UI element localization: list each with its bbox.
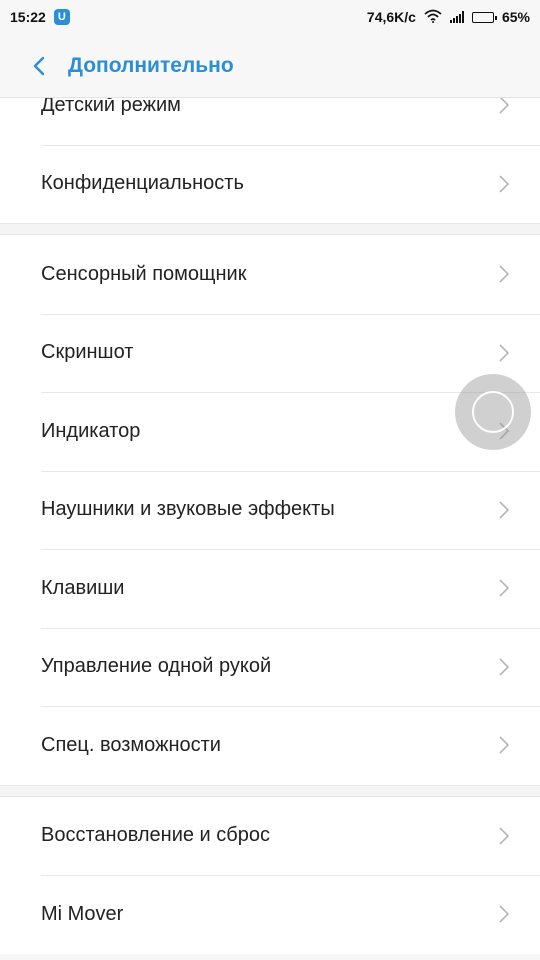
status-right: 74,6K/c 65%: [367, 9, 530, 26]
settings-item-label: Клавиши: [41, 576, 125, 599]
settings-item-label: Конфиденциальность: [41, 172, 244, 195]
network-speed: 74,6K/c: [366, 9, 416, 25]
chevron-right-icon: [498, 174, 510, 194]
settings-list: Детский режим Конфиденциальность Сенсорный…: [0, 66, 540, 954]
section-divider: [0, 784, 540, 797]
settings-item-label: Спец. возможности: [41, 733, 221, 756]
settings-item-label: Индикатор: [41, 419, 141, 442]
battery-icon: [471, 11, 497, 23]
settings-section: Восстановление и сброс Mi Mover: [0, 796, 540, 954]
back-arrow-icon[interactable]: [32, 54, 52, 78]
app-header: Дополнительно: [0, 34, 540, 98]
settings-section: Сенсорный помощник Скриншот Индикатор Наушн…: [0, 235, 540, 785]
settings-item[interactable]: Mi Mover: [0, 875, 540, 954]
settings-item-label: Сенсорный помощник: [41, 262, 247, 285]
chevron-right-icon: [498, 657, 510, 677]
section-divider: [0, 223, 540, 235]
settings-item[interactable]: Конфиденциальность: [0, 144, 540, 224]
settings-item[interactable]: Клавиши: [0, 549, 540, 628]
settings-item-label: Наушники и звуковые эффекты: [41, 498, 335, 521]
wifi-icon: [424, 9, 442, 26]
settings-item[interactable]: Сенсорный помощник: [0, 235, 540, 314]
settings-item[interactable]: Восстановление и сброс: [0, 797, 540, 876]
floating-assistant-button[interactable]: [455, 374, 531, 450]
chevron-right-icon: [498, 500, 510, 520]
chevron-right-icon: [498, 578, 510, 598]
settings-item[interactable]: Спец. возможности: [0, 706, 540, 785]
settings-item-label: Скриншот: [41, 341, 134, 364]
settings-item-label: Управление одной рукой: [41, 655, 272, 678]
battery-percent: 65%: [501, 9, 530, 25]
chevron-right-icon: [498, 95, 510, 115]
chevron-right-icon: [498, 826, 510, 846]
notification-app-icon: U: [53, 9, 70, 25]
chevron-right-icon: [498, 264, 510, 284]
settings-item[interactable]: Управление одной рукой: [0, 627, 540, 707]
settings-item[interactable]: Наушники и звуковые эффекты: [0, 470, 540, 550]
assistant-ring-icon: [472, 391, 514, 433]
status-bar: 15:22 U 74,6K/c 65%: [0, 0, 540, 34]
signal-icon: [449, 11, 464, 23]
settings-item-label: Восстановление и сброс: [41, 824, 270, 847]
status-time: 15:22: [10, 9, 46, 25]
settings-item-label: Mi Mover: [41, 902, 124, 925]
chevron-right-icon: [498, 735, 510, 755]
page-title: Дополнительно: [68, 53, 234, 77]
settings-item[interactable]: Скриншот: [0, 313, 540, 393]
chevron-right-icon: [498, 343, 510, 363]
chevron-right-icon: [498, 904, 510, 924]
